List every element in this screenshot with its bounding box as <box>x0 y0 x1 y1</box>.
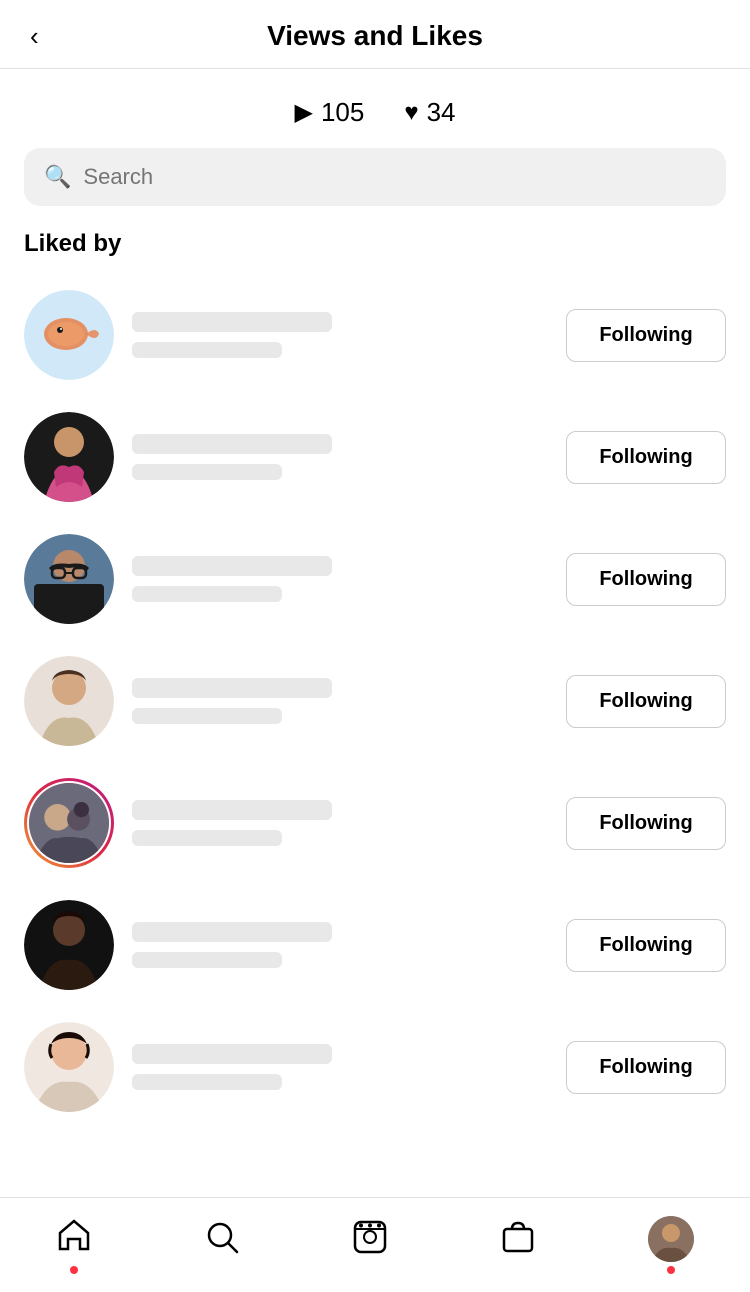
avatar-story-ring <box>24 778 114 868</box>
avatar <box>24 412 114 502</box>
search-icon: 🔍 <box>44 164 71 190</box>
list-item: Following <box>0 518 750 640</box>
user-info <box>132 922 548 968</box>
user-info <box>132 800 548 846</box>
reels-icon <box>352 1219 388 1260</box>
following-button[interactable]: Following <box>566 1041 726 1094</box>
page-title: Views and Likes <box>267 20 483 52</box>
user-info <box>132 556 548 602</box>
list-item: Following <box>0 396 750 518</box>
home-icon <box>56 1217 92 1262</box>
user-info <box>132 434 548 480</box>
list-item: Following <box>0 1006 750 1128</box>
following-button[interactable]: Following <box>566 309 726 362</box>
sub-placeholder <box>132 586 282 602</box>
nav-item-profile[interactable] <box>648 1216 694 1262</box>
avatar <box>24 900 114 990</box>
list-item: Following <box>0 640 750 762</box>
list-item: Following <box>0 762 750 884</box>
stats-row: ▶ 105 ♥ 34 <box>0 69 750 148</box>
header: ‹ Views and Likes <box>0 0 750 69</box>
section-label: Liked by <box>0 230 750 274</box>
heart-icon: ♥ <box>404 99 418 127</box>
sub-placeholder <box>132 464 282 480</box>
views-stat: ▶ 105 <box>294 97 364 128</box>
list-item: Following <box>0 884 750 1006</box>
sub-placeholder <box>132 1074 282 1090</box>
name-placeholder <box>132 1044 332 1064</box>
search-container: 🔍 <box>0 148 750 230</box>
following-button[interactable]: Following <box>566 919 726 972</box>
profile-notification-dot <box>667 1266 675 1274</box>
name-placeholder <box>132 434 332 454</box>
following-button[interactable]: Following <box>566 431 726 484</box>
sub-placeholder <box>132 952 282 968</box>
user-list: Following Following <box>0 274 750 1128</box>
avatar <box>24 1022 114 1112</box>
search-bar[interactable]: 🔍 <box>24 148 726 206</box>
likes-count: 34 <box>427 97 456 128</box>
profile-avatar <box>648 1216 694 1262</box>
search-input[interactable] <box>83 164 706 190</box>
name-placeholder <box>132 800 332 820</box>
avatar <box>24 534 114 624</box>
avatar <box>24 656 114 746</box>
nav-item-reels[interactable] <box>352 1219 388 1260</box>
name-placeholder <box>132 556 332 576</box>
likes-stat: ♥ 34 <box>404 97 455 128</box>
sub-placeholder <box>132 830 282 846</box>
sub-placeholder <box>132 708 282 724</box>
back-button[interactable]: ‹ <box>30 23 39 49</box>
views-count: 105 <box>321 97 364 128</box>
name-placeholder <box>132 922 332 942</box>
home-notification-dot <box>70 1266 78 1274</box>
user-info <box>132 1044 548 1090</box>
following-button[interactable]: Following <box>566 553 726 606</box>
nav-item-search[interactable] <box>204 1219 240 1260</box>
name-placeholder <box>132 312 332 332</box>
list-item: Following <box>0 274 750 396</box>
nav-item-shop[interactable] <box>500 1219 536 1260</box>
nav-item-home[interactable] <box>56 1217 92 1262</box>
user-info <box>132 312 548 358</box>
shop-icon <box>500 1219 536 1260</box>
following-button[interactable]: Following <box>566 797 726 850</box>
following-button[interactable]: Following <box>566 675 726 728</box>
user-info <box>132 678 548 724</box>
avatar <box>24 290 114 380</box>
name-placeholder <box>132 678 332 698</box>
bottom-nav <box>0 1197 750 1292</box>
play-icon: ▶ <box>294 98 312 127</box>
sub-placeholder <box>132 342 282 358</box>
search-nav-icon <box>204 1219 240 1260</box>
